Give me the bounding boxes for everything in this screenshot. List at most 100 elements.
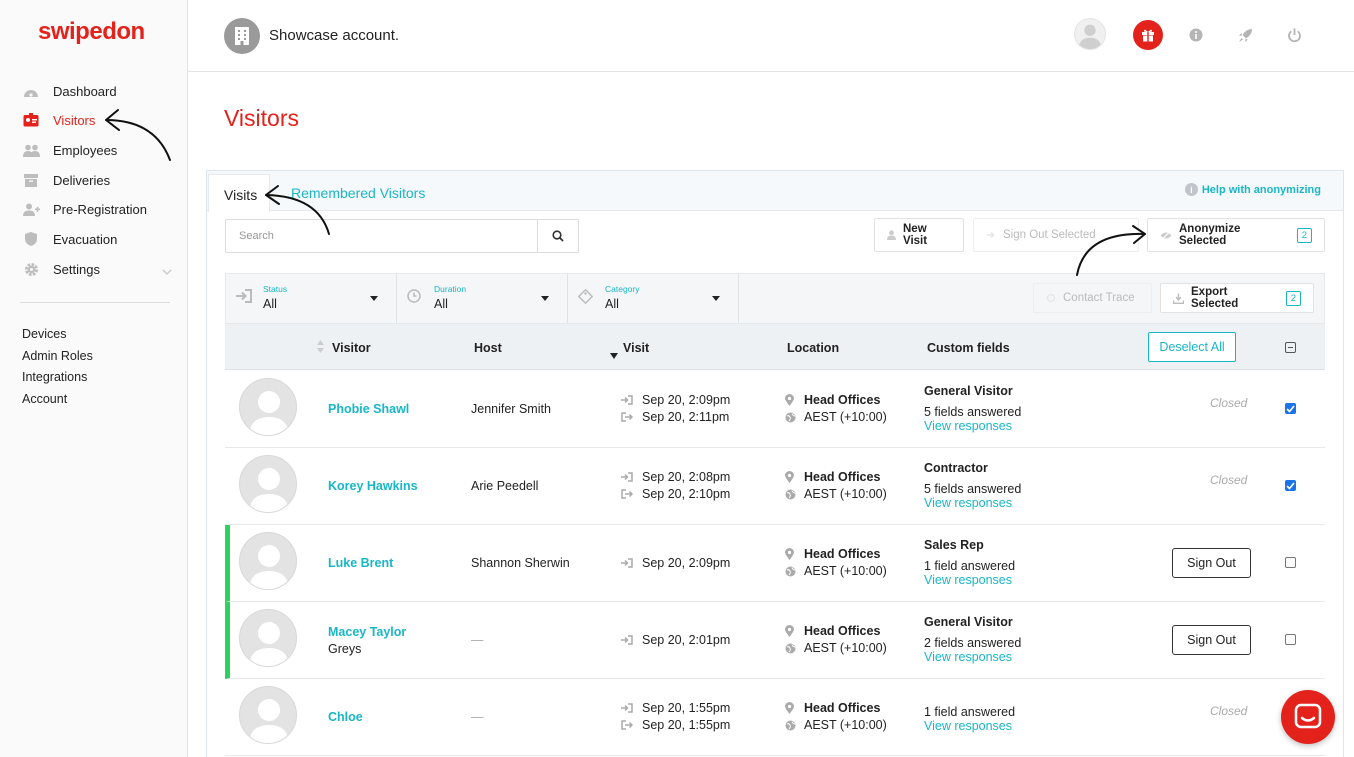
caret-down-icon	[712, 296, 720, 301]
sidebar-item-evacuation[interactable]: Evacuation	[22, 227, 172, 251]
row-checkbox[interactable]	[1285, 480, 1296, 491]
new-visit-label: New Visit	[903, 223, 928, 247]
sort-desc-icon[interactable]	[610, 346, 618, 364]
info-icon[interactable]	[1181, 20, 1211, 50]
category-filter[interactable]: Category All	[568, 274, 739, 323]
map-pin-icon	[785, 702, 797, 714]
host-name: Shannon Sherwin	[471, 556, 570, 570]
sidebar-item-dashboard[interactable]: Dashboard	[22, 79, 172, 103]
column-visitor[interactable]: Visitor	[332, 341, 371, 355]
new-visit-button[interactable]: New Visit	[874, 218, 964, 252]
visitor-name-link[interactable]: Korey Hawkins	[328, 479, 418, 493]
visitors-badge-icon	[22, 111, 40, 129]
view-responses-link[interactable]: View responses	[924, 719, 1012, 733]
globe-icon	[785, 566, 797, 577]
visitor-name-link[interactable]: Macey Taylor	[328, 625, 406, 639]
globe-icon	[785, 489, 797, 500]
sort-icon[interactable]	[317, 340, 324, 358]
visitor-avatar[interactable]	[239, 378, 297, 436]
sign-in-icon	[621, 703, 633, 713]
table-row: Luke Brent Shannon Sherwin Sep 20, 2:09pm H…	[225, 525, 1325, 602]
visitor-avatar[interactable]	[239, 609, 297, 667]
tab-visits[interactable]: Visits	[208, 174, 270, 212]
row-checkbox[interactable]	[1285, 403, 1296, 414]
gift-icon[interactable]	[1133, 20, 1163, 50]
view-responses-link[interactable]: View responses	[924, 650, 1012, 664]
visitor-avatar[interactable]	[239, 455, 297, 513]
location-timezone-text: AEST (+10:00)	[804, 487, 887, 501]
sign-out-button[interactable]: Sign Out	[1172, 548, 1251, 578]
visitor-avatar[interactable]	[239, 532, 297, 590]
sidebar-item-visitors[interactable]: Visitors	[22, 108, 172, 132]
deselect-all-button[interactable]: Deselect All	[1148, 332, 1236, 362]
swipedon-logo[interactable]: swipedon	[38, 18, 145, 46]
row-checkbox[interactable]	[1285, 557, 1296, 568]
search-button[interactable]	[538, 219, 579, 253]
duration-filter[interactable]: Duration All	[397, 274, 568, 323]
view-responses-link[interactable]: View responses	[924, 496, 1012, 510]
sign-out-icon	[986, 230, 996, 240]
column-custom-fields[interactable]: Custom fields	[927, 341, 1010, 355]
contact-trace-button[interactable]: Contact Trace	[1033, 283, 1152, 313]
visitor-name-link[interactable]: Phobie Shawl	[328, 402, 409, 416]
user-avatar[interactable]	[1074, 18, 1106, 50]
sidebar-item-label: Employees	[53, 142, 118, 158]
table-row: Korey Hawkins Arie Peedell Sep 20, 2:08pm S…	[225, 448, 1325, 525]
sidebar-link-admin-roles[interactable]: Admin Roles	[22, 349, 93, 363]
sidebar-item-deliveries[interactable]: Deliveries	[22, 168, 172, 192]
contact-trace-label: Contact Trace	[1063, 292, 1135, 304]
visitor-name-link[interactable]: Chloe	[328, 710, 363, 724]
select-all-checkbox[interactable]	[1285, 342, 1296, 353]
sidebar-link-integrations[interactable]: Integrations	[22, 370, 87, 384]
power-icon[interactable]	[1279, 20, 1309, 50]
status-closed: Closed	[1210, 473, 1248, 487]
chat-launcher-button[interactable]	[1281, 690, 1335, 744]
sidebar: swipedon Dashboard Visitors Employees De…	[0, 0, 188, 757]
view-responses-link[interactable]: View responses	[924, 573, 1012, 587]
export-selected-label: Export Selected	[1191, 286, 1239, 310]
view-responses-link[interactable]: View responses	[924, 419, 1012, 433]
sidebar-item-settings[interactable]: Settings	[22, 257, 172, 281]
export-selected-button[interactable]: Export Selected 2	[1160, 283, 1314, 313]
column-host[interactable]: Host	[474, 341, 502, 355]
sign-out-button[interactable]: Sign Out	[1172, 625, 1251, 655]
sign-out-selected-label: Sign Out Selected	[1003, 229, 1096, 241]
sign-out-icon	[621, 720, 633, 730]
sidebar-item-employees[interactable]: Employees	[22, 138, 172, 162]
anonymize-selected-label: Anonymize Selected	[1179, 223, 1241, 247]
sign-in-time-text: Sep 20, 2:08pm	[642, 470, 731, 484]
search-icon	[552, 230, 564, 242]
tab-remembered-visitors[interactable]: Remembered Visitors	[291, 185, 425, 201]
deliveries-icon	[22, 171, 40, 189]
location-timezone-text: AEST (+10:00)	[804, 641, 887, 655]
column-location[interactable]: Location	[787, 341, 839, 355]
building-icon[interactable]	[224, 18, 260, 54]
sidebar-link-account[interactable]: Account	[22, 392, 67, 406]
sidebar-item-pre-registration[interactable]: Pre-Registration	[22, 197, 172, 221]
search-input[interactable]	[226, 220, 538, 252]
column-visit[interactable]: Visit	[623, 341, 649, 355]
row-checkbox[interactable]	[1285, 634, 1296, 645]
help-anonymizing-link[interactable]: i Help with anonymizing	[1184, 183, 1321, 196]
person-icon	[887, 230, 896, 240]
visitor-category: General Visitor	[924, 615, 1013, 629]
status-closed: Closed	[1210, 396, 1248, 410]
visitor-avatar[interactable]	[239, 686, 297, 744]
page-title: Visitors	[224, 105, 299, 131]
rocket-icon[interactable]	[1230, 20, 1260, 50]
location-name-text: Head Offices	[804, 701, 881, 715]
sign-out-selected-button[interactable]: Sign Out Selected	[973, 218, 1139, 252]
anonymize-selected-button[interactable]: Anonymize Selected 2	[1147, 218, 1325, 252]
status-closed: Closed	[1210, 704, 1248, 718]
sign-out-icon	[621, 489, 633, 499]
sidebar-link-devices[interactable]: Devices	[22, 327, 66, 341]
sign-out-time-text: Sep 20, 2:10pm	[642, 487, 731, 501]
sidebar-item-label: Evacuation	[53, 231, 118, 247]
sign-out-time-text: Sep 20, 1:55pm	[642, 718, 731, 732]
visitor-name-link[interactable]: Luke Brent	[328, 556, 393, 570]
status-filter[interactable]: Status All	[226, 274, 397, 323]
visitor-category: Sales Rep	[924, 538, 984, 552]
sign-in-time: Sep 20, 2:09pm	[621, 556, 730, 570]
check-icon	[1286, 404, 1295, 413]
employees-icon	[22, 141, 40, 159]
